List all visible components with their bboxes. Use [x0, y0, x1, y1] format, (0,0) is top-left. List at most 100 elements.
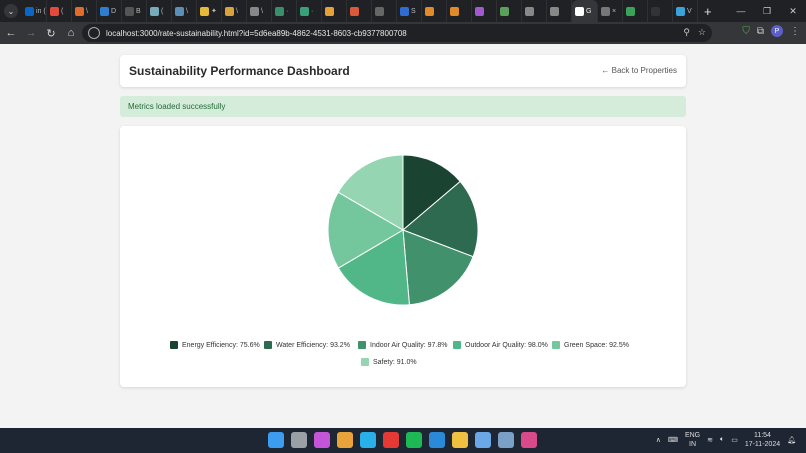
legend-item[interactable]: Safety: 91.0% [361, 358, 417, 366]
youtube-icon[interactable] [383, 432, 399, 448]
back-to-properties-link[interactable]: ← Back to Properties [601, 66, 677, 75]
wifi-icon[interactable]: ≋ [707, 436, 713, 444]
new-tab-button[interactable]: + [704, 4, 718, 19]
browser-tab[interactable] [472, 0, 497, 22]
url-text[interactable]: localhost:3000/rate-sustainability.html?… [106, 29, 407, 38]
task-view-icon[interactable] [291, 432, 307, 448]
legend-swatch [361, 358, 369, 366]
browser-tab[interactable] [547, 0, 572, 22]
tab-favicon-icon [601, 6, 610, 16]
tab-favicon-icon [75, 6, 84, 16]
tab-favicon-icon [250, 6, 259, 16]
site-info-icon[interactable] [88, 27, 100, 39]
clock[interactable]: 11:54 17-11-2024 [745, 431, 780, 449]
tab-label: \ [236, 7, 238, 15]
windows-start-icon[interactable] [268, 432, 284, 448]
language-code: ENG [684, 432, 701, 439]
tab-label: ( [161, 7, 164, 15]
browser-tab[interactable]: B [122, 0, 147, 22]
legend-swatch [264, 341, 272, 349]
legend-label: Green Space: 92.5% [564, 341, 629, 349]
tab-label: · [311, 7, 314, 15]
legend-swatch [170, 341, 178, 349]
browser-tab[interactable]: ( [47, 0, 72, 22]
browser-tab[interactable] [422, 0, 447, 22]
notification-bell-icon[interactable]: 🔔︎ [787, 436, 796, 444]
browser-tab[interactable]: \ [222, 0, 247, 22]
browser-tab[interactable]: V [673, 0, 698, 22]
tab-search-button[interactable]: ⌄ [4, 4, 18, 18]
legend-item[interactable]: Outdoor Air Quality: 98.0% [453, 341, 548, 349]
browser-tab[interactable]: \ [72, 0, 97, 22]
browser-tab[interactable]: ✦ [197, 0, 222, 22]
legend-label: Energy Efficiency: 75.6% [182, 341, 260, 349]
tab-label: × [612, 7, 617, 15]
chrome-icon[interactable] [337, 432, 353, 448]
spotify-icon[interactable] [406, 432, 422, 448]
close-window-icon[interactable]: ✕ [780, 0, 806, 22]
browser-tab[interactable]: \ [247, 0, 272, 22]
browser-tab[interactable] [648, 0, 673, 22]
cortana-icon[interactable] [360, 432, 376, 448]
keyboard-icon[interactable]: ⌨ [668, 436, 678, 444]
browser-tab[interactable]: D [97, 0, 122, 22]
vscode-icon[interactable] [429, 432, 445, 448]
extension-shield-icon[interactable]: ⛉ [742, 26, 750, 37]
tab-favicon-icon [425, 6, 434, 16]
legend-item[interactable]: Indoor Air Quality: 97.8% [358, 341, 447, 349]
browser-tab[interactable] [497, 0, 522, 22]
alert-text: Metrics loaded successfully [128, 102, 226, 111]
home-icon[interactable]: ⌂ [62, 24, 80, 42]
tab-label: S [411, 7, 416, 15]
back-arrow-icon[interactable]: ← [2, 24, 20, 42]
legend-item[interactable]: Green Space: 92.5% [552, 341, 629, 349]
page-title: Sustainability Performance Dashboard [129, 64, 350, 78]
app-icon[interactable] [498, 432, 514, 448]
file-explorer-icon[interactable] [452, 432, 468, 448]
browser-tab[interactable] [522, 0, 547, 22]
browser-tab[interactable] [447, 0, 472, 22]
tab-favicon-icon [676, 6, 685, 16]
tray-overflow-icon[interactable]: ∧ [656, 436, 661, 444]
browser-tab[interactable]: in ( [22, 0, 47, 22]
copilot-icon[interactable] [314, 432, 330, 448]
profile-avatar[interactable]: P [771, 25, 783, 37]
browser-tab[interactable] [322, 0, 347, 22]
legend-item[interactable]: Energy Efficiency: 75.6% [170, 341, 260, 349]
tab-favicon-icon [525, 6, 534, 16]
browser-tab[interactable]: G [572, 0, 598, 22]
forward-arrow-icon[interactable]: → [22, 24, 40, 42]
legend-label: Indoor Air Quality: 97.8% [370, 341, 448, 349]
browser-tab[interactable]: \ [172, 0, 197, 22]
browser-tab[interactable]: · [272, 0, 297, 22]
address-bar[interactable]: localhost:3000/rate-sustainability.html?… [82, 24, 712, 42]
reload-icon[interactable]: ↻ [42, 24, 60, 42]
volume-icon[interactable]: 🔈︎ [720, 436, 724, 444]
legend-item[interactable]: Water Efficiency: 93.2% [264, 341, 350, 349]
notepad-icon[interactable] [475, 432, 491, 448]
browser-tab[interactable] [623, 0, 648, 22]
browser-tab[interactable] [347, 0, 372, 22]
browser-tab[interactable]: × [598, 0, 623, 22]
restore-icon[interactable]: ❐ [754, 0, 780, 22]
tab-favicon-icon [475, 6, 484, 16]
browser-tab[interactable]: ( [147, 0, 172, 22]
legend-swatch [358, 341, 366, 349]
browser-tab[interactable]: · [297, 0, 322, 22]
browser-tab[interactable] [372, 0, 397, 22]
snipping-tool-icon[interactable] [521, 432, 537, 448]
legend-label: Safety: 91.0% [373, 358, 417, 366]
system-tray: ∧ ⌨ ENG IN ≋ 🔈︎ ▭ 11:54 17-11-2024 🔔︎ [656, 431, 796, 449]
tab-favicon-icon [300, 6, 309, 16]
tab-favicon-icon [325, 6, 334, 16]
bookmark-star-icon[interactable]: ☆ [698, 27, 706, 38]
language-indicator[interactable]: ENG IN [685, 431, 700, 449]
browser-menu-icon[interactable]: ⋮ [790, 26, 800, 37]
legend-label: Water Efficiency: 93.2% [276, 341, 350, 349]
extensions-puzzle-icon[interactable]: ⧉ [757, 26, 764, 37]
zoom-icon[interactable]: ⚲ [683, 27, 690, 38]
browser-tab[interactable]: S [397, 0, 422, 22]
tab-favicon-icon [100, 6, 109, 16]
battery-icon[interactable]: ▭ [731, 436, 738, 444]
minimize-icon[interactable]: — [728, 0, 754, 22]
